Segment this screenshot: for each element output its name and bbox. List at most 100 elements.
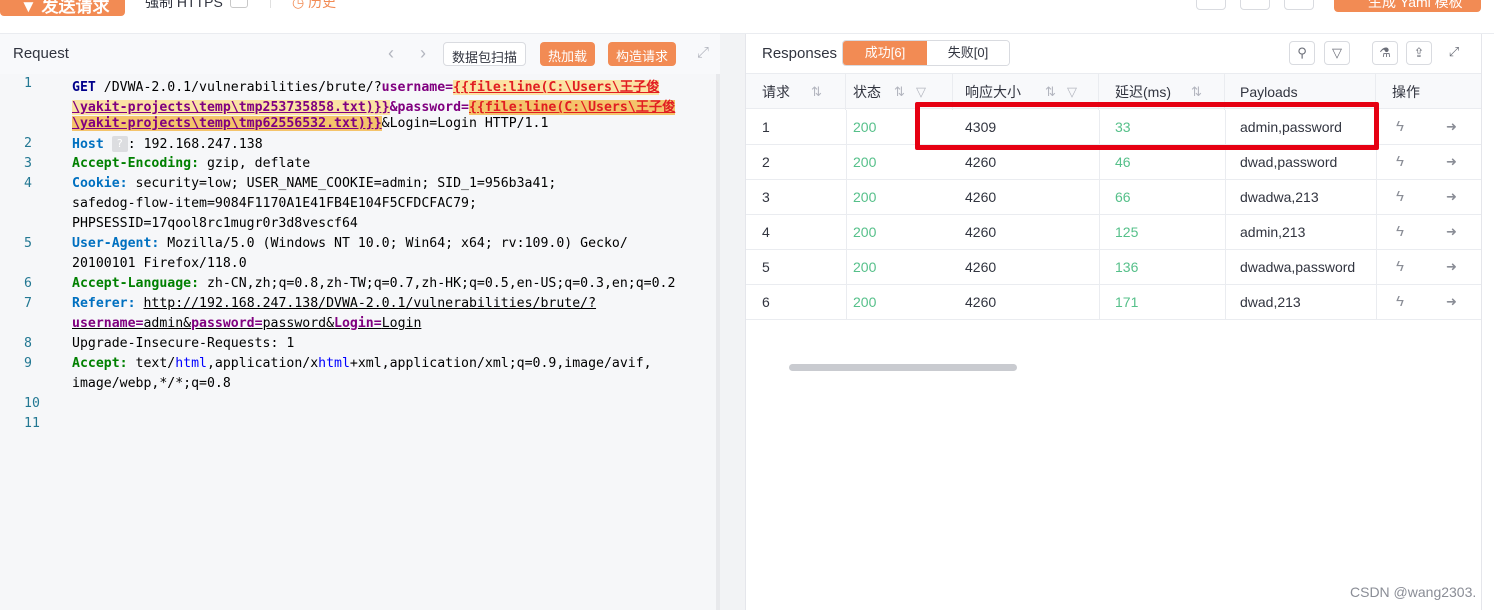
table-row[interactable]: 4 200 4260 125 admin,213 ϟ ➜ [746, 215, 1481, 250]
header-key: User-Agent: [72, 236, 160, 251]
header-value: safedog-flow-item=9084F1170A1E41FB4E104F… [72, 196, 477, 211]
build-request-button[interactable]: 构造请求 [608, 42, 677, 66]
col-label: 操作 [1392, 84, 1420, 100]
url-path: /DVWA-2.0.1/vulnerabilities/brute/? [95, 80, 382, 95]
header-value: security=low; USER_NAME_COOKIE=admin; SI… [127, 176, 557, 191]
header-value: html [175, 356, 207, 371]
param-key: username= [381, 80, 454, 95]
prev-arrow-icon[interactable]: ‹ [388, 43, 394, 64]
lightning-icon[interactable]: ϟ [1396, 145, 1404, 179]
table-row[interactable]: 2 200 4260 46 dwad,password ϟ ➜ [746, 145, 1481, 180]
line-number: 5 [24, 236, 32, 251]
header-key: Accept: [72, 356, 128, 371]
tab-success[interactable]: 成功[6] [843, 41, 927, 65]
send-request-button[interactable]: ▼ 发送请求 [0, 0, 125, 16]
cell-status: 200 [853, 224, 877, 240]
panel-gap [720, 34, 745, 610]
lightning-icon[interactable]: ϟ [1396, 215, 1404, 249]
search-icon[interactable]: ⚲ [1289, 41, 1315, 65]
header-value: : 192.168.247.138 [127, 137, 263, 152]
highlight-annotation [915, 102, 1379, 150]
cell-divider [1376, 285, 1377, 319]
sort-icon[interactable]: ⇅ [811, 74, 822, 110]
cell-delay: 46 [1115, 154, 1131, 170]
arrow-right-circle-icon[interactable]: ➜ [1446, 180, 1457, 214]
arrow-right-circle-icon[interactable]: ➜ [1446, 250, 1457, 284]
force-https-label: 强制 HTTPS [145, 0, 223, 10]
arrow-right-circle-icon[interactable]: ➜ [1446, 215, 1457, 249]
cell-id: 5 [762, 259, 770, 275]
cell-divider [1099, 250, 1100, 284]
cell-id: 6 [762, 294, 770, 310]
arrow-right-circle-icon[interactable]: ➜ [1446, 145, 1457, 179]
url-rest: &Login=Login HTTP/1.1 [381, 116, 549, 131]
lightning-icon[interactable]: ϟ [1396, 110, 1404, 144]
cell-divider [846, 180, 847, 214]
col-label: 状态 [853, 84, 881, 100]
cell-payload: dwadwa,213 [1240, 189, 1319, 205]
next-arrow-icon[interactable]: › [420, 43, 426, 64]
watermark: CSDN @wang2303. [1350, 584, 1477, 600]
code-line: safedog-flow-item=9084F1170A1E41FB4E104F… [72, 196, 477, 211]
arrow-right-circle-icon[interactable]: ➜ [1446, 110, 1457, 144]
line-number: 3 [24, 156, 32, 171]
lightning-icon[interactable]: ϟ [1396, 250, 1404, 284]
cell-status: 200 [853, 259, 877, 275]
help-icon[interactable]: ? [111, 136, 128, 152]
fullscreen-icon[interactable]: ⤢ [1441, 41, 1467, 65]
responses-title: Responses [762, 45, 838, 62]
code-line: username=admin&password=password&Login=L… [72, 316, 421, 331]
export-icon[interactable]: ⇪ [1406, 41, 1432, 65]
fullscreen-icon[interactable]: ⤢ [697, 44, 709, 61]
fuzz-tag-selected: {{file:line(C:\Users\王子俊 [469, 100, 676, 115]
cell-divider [1225, 215, 1226, 249]
line-number: 1 [24, 76, 32, 91]
hot-load-button[interactable]: 热加载 [540, 42, 596, 66]
request-editor[interactable]: 1 2 3 4 5 6 7 8 9 10 11 GET /DVWA-2.0.1/… [0, 74, 716, 610]
table-row[interactable]: 5 200 4260 136 dwadwa,password ϟ ➜ [746, 250, 1481, 285]
cell-divider [1225, 285, 1226, 319]
force-https-checkbox[interactable] [230, 0, 248, 8]
code-line: 20100101 Firefox/118.0 [72, 256, 247, 271]
settings-icon[interactable] [1196, 0, 1226, 10]
col-request[interactable]: 请求 ⇅ [746, 74, 846, 110]
cell-delay: 125 [1115, 224, 1139, 240]
cell-divider [1376, 145, 1377, 179]
cell-divider [846, 110, 847, 144]
cell-size: 4260 [965, 154, 997, 170]
flask-icon[interactable]: ⚗ [1372, 41, 1398, 65]
request-panel: Request ‹ › 数据包扫描 热加载 构造请求 ⤢ 1 2 3 4 5 6… [0, 34, 720, 610]
lightning-icon[interactable]: ϟ [1396, 285, 1404, 319]
header-value: image/webp,*/*;q=0.8 [72, 376, 231, 391]
code-line: \yakit-projects\temp\tmp253735858.txt)}}… [72, 96, 676, 115]
table-row[interactable]: 3 200 4260 66 dwadwa,213 ϟ ➜ [746, 180, 1481, 215]
line-number: 10 [24, 396, 40, 411]
share-icon[interactable] [1284, 0, 1314, 10]
code-line: Accept: text/html,application/xhtml+xml,… [72, 356, 652, 371]
cell-id: 4 [762, 224, 770, 240]
history-link[interactable]: ◷ 历史 [292, 0, 336, 12]
cell-size: 4260 [965, 189, 997, 205]
table-row[interactable]: 6 200 4260 171 dwad,213 ϟ ➜ [746, 285, 1481, 320]
sort-icon[interactable]: ⇅ [894, 74, 905, 110]
code-line: Upgrade-Insecure-Requests: 1 [72, 336, 294, 351]
request-header: Request ‹ › 数据包扫描 热加载 构造请求 ⤢ [0, 34, 720, 74]
code-line: Accept-Encoding: gzip, deflate [72, 156, 310, 171]
tab-fail[interactable]: 失败[0] [927, 41, 1009, 65]
generate-yaml-button[interactable]: 生成 Yaml 模板 [1334, 0, 1481, 12]
cell-divider [1376, 215, 1377, 249]
header-value: zh-CN,zh;q=0.8,zh-TW;q=0.7,zh-HK;q=0.5,e… [199, 276, 676, 291]
filter-icon[interactable]: ▽ [1324, 41, 1350, 65]
arrow-right-circle-icon[interactable]: ➜ [1446, 285, 1457, 319]
code-line: PHPSESSID=17qool8rc1mugr0r3d8vescf64 [72, 216, 358, 231]
http-method: GET [72, 80, 96, 95]
cell-divider [1225, 250, 1226, 284]
top-toolbar: ▼ 发送请求 强制 HTTPS ◷ 历史 生成 Yaml 模板 [0, 0, 1494, 34]
lightning-icon[interactable]: ϟ [1396, 180, 1404, 214]
save-icon[interactable] [1240, 0, 1270, 10]
horizontal-scrollbar[interactable] [789, 364, 1017, 371]
packet-scan-button[interactable]: 数据包扫描 [443, 42, 527, 66]
line-number: 4 [24, 176, 32, 191]
header-value: PHPSESSID=17qool8rc1mugr0r3d8vescf64 [72, 216, 358, 231]
divider [270, 0, 271, 8]
